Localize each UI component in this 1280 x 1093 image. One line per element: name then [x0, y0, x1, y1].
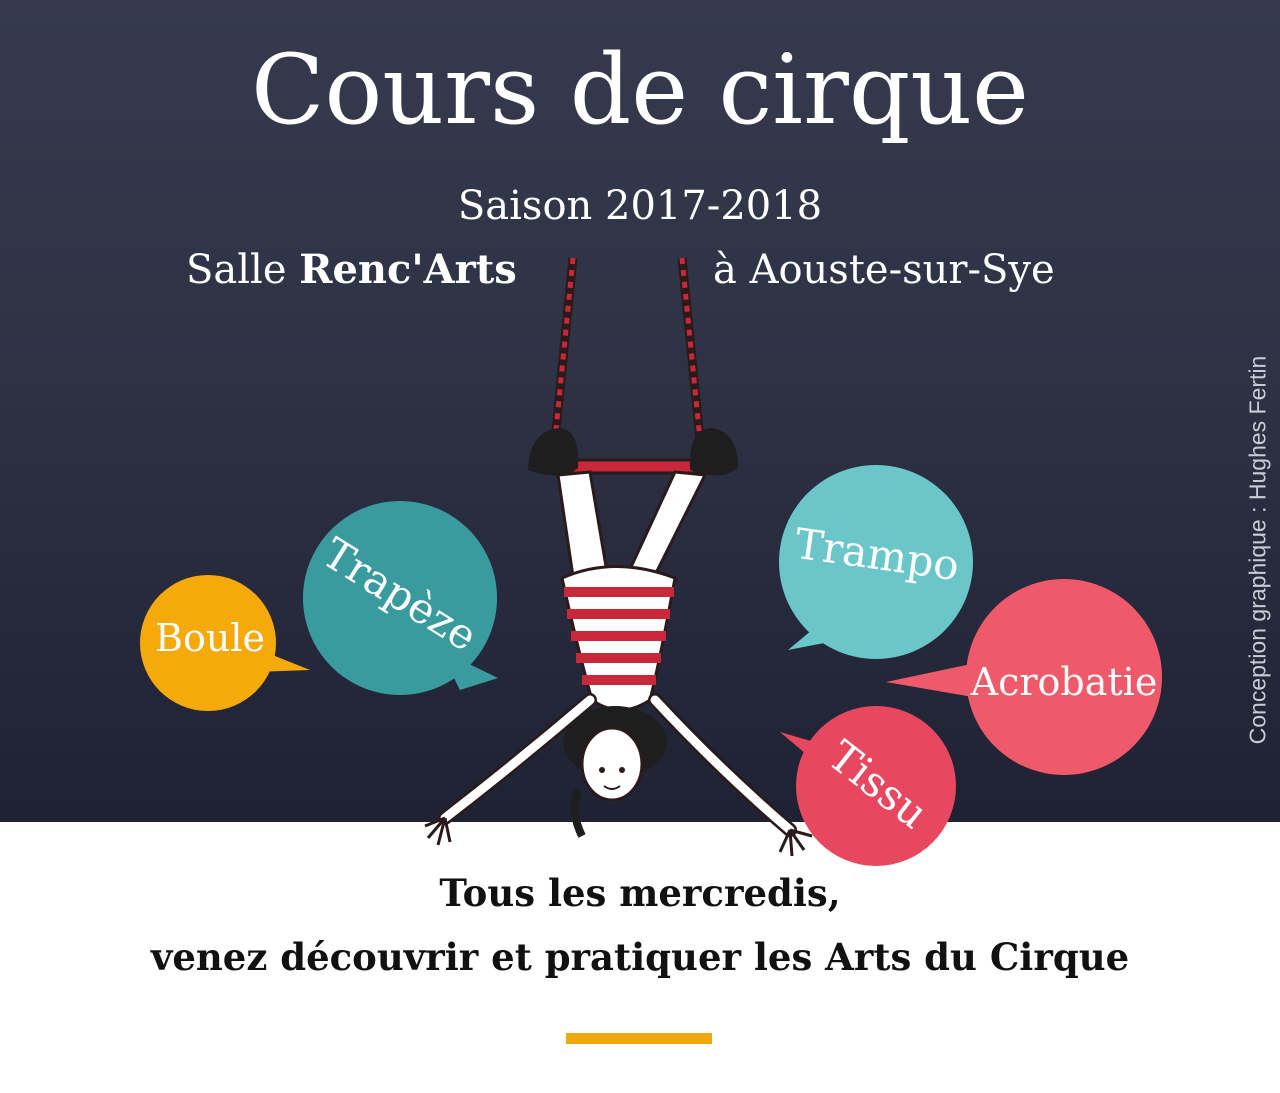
illustration: [140, 257, 1162, 866]
tagline-line-2: venez découvrir et pratiquer les Arts du…: [150, 935, 1130, 979]
accent-divider: [566, 1033, 712, 1044]
tagline-line-1: Tous les mercredis,: [439, 871, 841, 915]
bubble-label-boule: Boule: [155, 616, 265, 660]
trapeze-ropes: [550, 257, 705, 441]
bubble-label-acrobatie: Acrobatie: [970, 660, 1158, 704]
